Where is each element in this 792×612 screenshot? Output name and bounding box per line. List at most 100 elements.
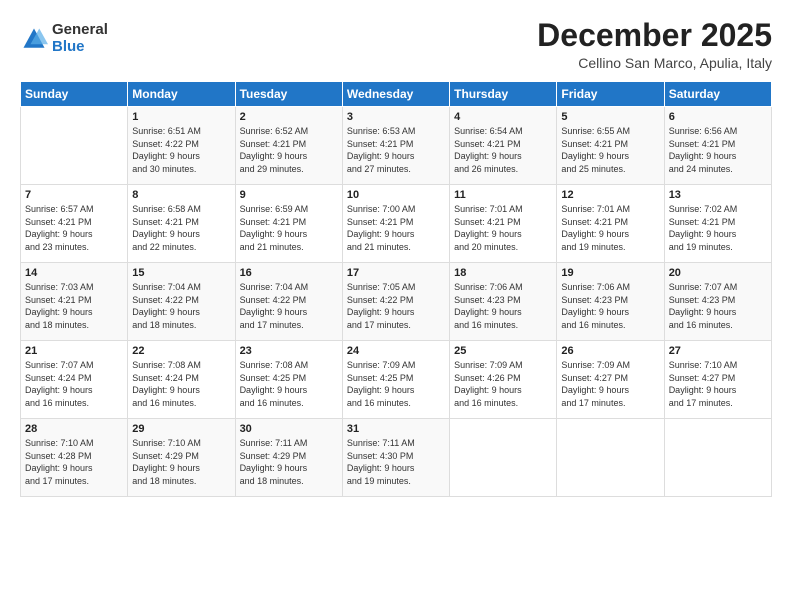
day-number: 15 xyxy=(132,267,230,279)
calendar-cell-1-2: 9 Sunrise: 6:59 AM Sunset: 4:21 PM Daylig… xyxy=(235,185,342,263)
calendar-cell-2-3: 17Sunrise: 7:05 AM Sunset: 4:22 PM Dayli… xyxy=(342,263,449,341)
day-info: Sunrise: 7:11 AM Sunset: 4:29 PM Dayligh… xyxy=(240,437,338,487)
header-monday: Monday xyxy=(128,82,235,107)
header-thursday: Thursday xyxy=(450,82,557,107)
calendar-cell-3-4: 25 Sunrise: 7:09 AM Sunset: 4:26 PM Dayli… xyxy=(450,341,557,419)
calendar-table: Sunday Monday Tuesday Wednesday Thursday… xyxy=(20,81,772,497)
header-sunday: Sunday xyxy=(21,82,128,107)
day-info: Sunrise: 7:03 AM Sunset: 4:21 PM Dayligh… xyxy=(25,281,123,331)
day-number: 17 xyxy=(347,267,445,279)
day-info: Sunrise: 6:53 AM Sunset: 4:21 PM Dayligh… xyxy=(347,125,445,175)
calendar-cell-4-4 xyxy=(450,419,557,497)
day-info: Sunrise: 6:56 AM Sunset: 4:21 PM Dayligh… xyxy=(669,125,767,175)
calendar-week-0: 1 Sunrise: 6:51 AM Sunset: 4:22 PM Daylig… xyxy=(21,107,772,185)
calendar-cell-3-0: 21 Sunrise: 7:07 AM Sunset: 4:24 PM Dayli… xyxy=(21,341,128,419)
day-info: Sunrise: 7:04 AM Sunset: 4:22 PM Dayligh… xyxy=(240,281,338,331)
day-info: Sunrise: 7:06 AM Sunset: 4:23 PM Dayligh… xyxy=(561,281,659,331)
header-friday: Friday xyxy=(557,82,664,107)
calendar-cell-4-3: 31 Sunrise: 7:11 AM Sunset: 4:30 PM Dayli… xyxy=(342,419,449,497)
calendar-cell-4-5 xyxy=(557,419,664,497)
header-saturday: Saturday xyxy=(664,82,771,107)
day-info: Sunrise: 6:58 AM Sunset: 4:21 PM Dayligh… xyxy=(132,203,230,253)
day-info: Sunrise: 7:00 AM Sunset: 4:21 PM Dayligh… xyxy=(347,203,445,253)
day-info: Sunrise: 7:11 AM Sunset: 4:30 PM Dayligh… xyxy=(347,437,445,487)
calendar-cell-1-4: 11 Sunrise: 7:01 AM Sunset: 4:21 PM Dayli… xyxy=(450,185,557,263)
day-number: 2 xyxy=(240,111,338,123)
logo-blue-text: Blue xyxy=(52,39,108,56)
day-number: 4 xyxy=(454,111,552,123)
day-number: 9 xyxy=(240,189,338,201)
day-number: 5 xyxy=(561,111,659,123)
day-info: Sunrise: 6:57 AM Sunset: 4:21 PM Dayligh… xyxy=(25,203,123,253)
day-info: Sunrise: 6:55 AM Sunset: 4:21 PM Dayligh… xyxy=(561,125,659,175)
day-info: Sunrise: 7:07 AM Sunset: 4:24 PM Dayligh… xyxy=(25,359,123,409)
calendar-cell-1-3: 10 Sunrise: 7:00 AM Sunset: 4:21 PM Dayli… xyxy=(342,185,449,263)
day-info: Sunrise: 7:09 AM Sunset: 4:27 PM Dayligh… xyxy=(561,359,659,409)
day-info: Sunrise: 6:54 AM Sunset: 4:21 PM Dayligh… xyxy=(454,125,552,175)
day-number: 1 xyxy=(132,111,230,123)
month-title: December 2025 xyxy=(537,18,772,53)
subtitle: Cellino San Marco, Apulia, Italy xyxy=(537,55,772,71)
calendar-cell-3-1: 22 Sunrise: 7:08 AM Sunset: 4:24 PM Dayli… xyxy=(128,341,235,419)
calendar-cell-2-4: 18Sunrise: 7:06 AM Sunset: 4:23 PM Dayli… xyxy=(450,263,557,341)
calendar-cell-0-3: 3 Sunrise: 6:53 AM Sunset: 4:21 PM Daylig… xyxy=(342,107,449,185)
calendar-cell-2-0: 14 Sunrise: 7:03 AM Sunset: 4:21 PM Dayli… xyxy=(21,263,128,341)
calendar-cell-0-6: 6 Sunrise: 6:56 AM Sunset: 4:21 PM Daylig… xyxy=(664,107,771,185)
calendar-week-2: 14 Sunrise: 7:03 AM Sunset: 4:21 PM Dayli… xyxy=(21,263,772,341)
header-row-days: Sunday Monday Tuesday Wednesday Thursday… xyxy=(21,82,772,107)
calendar-cell-4-1: 29 Sunrise: 7:10 AM Sunset: 4:29 PM Dayli… xyxy=(128,419,235,497)
day-number: 24 xyxy=(347,345,445,357)
day-number: 21 xyxy=(25,345,123,357)
day-number: 13 xyxy=(669,189,767,201)
calendar-cell-4-6 xyxy=(664,419,771,497)
day-info: Sunrise: 6:51 AM Sunset: 4:22 PM Dayligh… xyxy=(132,125,230,175)
day-number: 7 xyxy=(25,189,123,201)
day-number: 29 xyxy=(132,423,230,435)
calendar-cell-3-3: 24 Sunrise: 7:09 AM Sunset: 4:25 PM Dayli… xyxy=(342,341,449,419)
calendar-cell-2-5: 19 Sunrise: 7:06 AM Sunset: 4:23 PM Dayli… xyxy=(557,263,664,341)
day-info: Sunrise: 7:09 AM Sunset: 4:26 PM Dayligh… xyxy=(454,359,552,409)
day-number: 14 xyxy=(25,267,123,279)
day-info: Sunrise: 7:10 AM Sunset: 4:27 PM Dayligh… xyxy=(669,359,767,409)
day-number: 11 xyxy=(454,189,552,201)
day-info: Sunrise: 7:01 AM Sunset: 4:21 PM Dayligh… xyxy=(561,203,659,253)
day-info: Sunrise: 7:08 AM Sunset: 4:25 PM Dayligh… xyxy=(240,359,338,409)
calendar-week-3: 21 Sunrise: 7:07 AM Sunset: 4:24 PM Dayli… xyxy=(21,341,772,419)
day-info: Sunrise: 6:59 AM Sunset: 4:21 PM Dayligh… xyxy=(240,203,338,253)
header-tuesday: Tuesday xyxy=(235,82,342,107)
day-info: Sunrise: 7:09 AM Sunset: 4:25 PM Dayligh… xyxy=(347,359,445,409)
logo-general-text: General xyxy=(52,22,108,39)
calendar-cell-4-2: 30 Sunrise: 7:11 AM Sunset: 4:29 PM Dayli… xyxy=(235,419,342,497)
calendar-cell-1-6: 13 Sunrise: 7:02 AM Sunset: 4:21 PM Dayli… xyxy=(664,185,771,263)
day-info: Sunrise: 7:01 AM Sunset: 4:21 PM Dayligh… xyxy=(454,203,552,253)
calendar-cell-2-2: 16 Sunrise: 7:04 AM Sunset: 4:22 PM Dayli… xyxy=(235,263,342,341)
calendar-cell-3-6: 27 Sunrise: 7:10 AM Sunset: 4:27 PM Dayli… xyxy=(664,341,771,419)
day-info: Sunrise: 7:10 AM Sunset: 4:29 PM Dayligh… xyxy=(132,437,230,487)
day-info: Sunrise: 6:52 AM Sunset: 4:21 PM Dayligh… xyxy=(240,125,338,175)
day-number: 6 xyxy=(669,111,767,123)
day-number: 3 xyxy=(347,111,445,123)
day-info: Sunrise: 7:08 AM Sunset: 4:24 PM Dayligh… xyxy=(132,359,230,409)
logo-icon xyxy=(20,25,48,53)
day-info: Sunrise: 7:04 AM Sunset: 4:22 PM Dayligh… xyxy=(132,281,230,331)
calendar-cell-0-1: 1 Sunrise: 6:51 AM Sunset: 4:22 PM Daylig… xyxy=(128,107,235,185)
calendar-cell-2-1: 15 Sunrise: 7:04 AM Sunset: 4:22 PM Dayli… xyxy=(128,263,235,341)
day-info: Sunrise: 7:02 AM Sunset: 4:21 PM Dayligh… xyxy=(669,203,767,253)
calendar-cell-3-5: 26 Sunrise: 7:09 AM Sunset: 4:27 PM Dayli… xyxy=(557,341,664,419)
day-number: 30 xyxy=(240,423,338,435)
header-row: General Blue December 2025 Cellino San M… xyxy=(20,18,772,71)
day-number: 19 xyxy=(561,267,659,279)
day-number: 10 xyxy=(347,189,445,201)
calendar-cell-2-6: 20Sunrise: 7:07 AM Sunset: 4:23 PM Dayli… xyxy=(664,263,771,341)
day-number: 26 xyxy=(561,345,659,357)
calendar-cell-1-5: 12Sunrise: 7:01 AM Sunset: 4:21 PM Dayli… xyxy=(557,185,664,263)
calendar-cell-3-2: 23Sunrise: 7:08 AM Sunset: 4:25 PM Dayli… xyxy=(235,341,342,419)
day-number: 16 xyxy=(240,267,338,279)
calendar-cell-1-1: 8Sunrise: 6:58 AM Sunset: 4:21 PM Daylig… xyxy=(128,185,235,263)
day-number: 25 xyxy=(454,345,552,357)
day-number: 27 xyxy=(669,345,767,357)
logo: General Blue xyxy=(20,22,108,55)
calendar-week-1: 7 Sunrise: 6:57 AM Sunset: 4:21 PM Daylig… xyxy=(21,185,772,263)
day-number: 22 xyxy=(132,345,230,357)
day-number: 31 xyxy=(347,423,445,435)
